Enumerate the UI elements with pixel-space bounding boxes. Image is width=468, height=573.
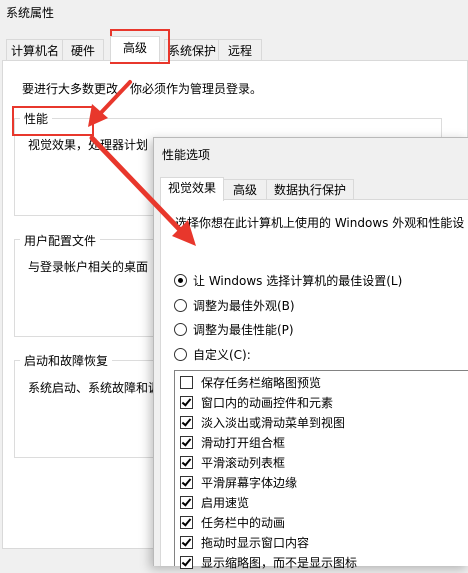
annotation-arrows — [88, 80, 196, 246]
tab-advanced[interactable]: 高级 — [110, 36, 160, 62]
tab-visual-effects[interactable]: 视觉效果 — [160, 177, 224, 201]
